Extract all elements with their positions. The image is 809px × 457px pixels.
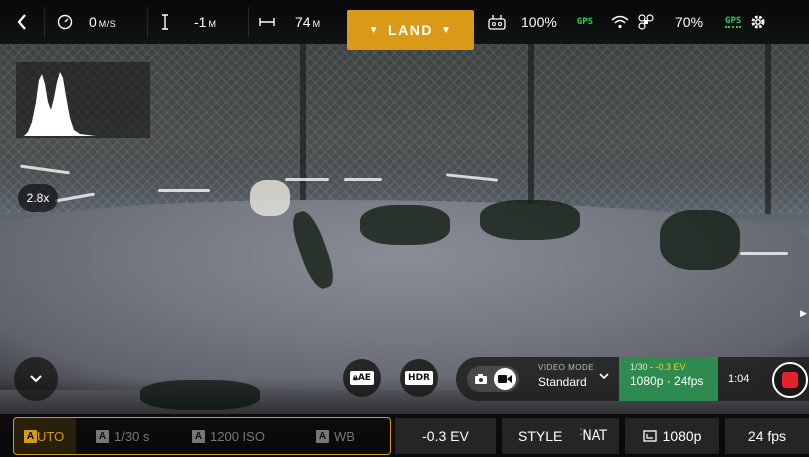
camera-settings-bar: A UTO A 1/30 s A 1200 ISO A WB -0.3 EV S… [0,414,809,457]
ev-setting-value: -0.3 EV [422,428,469,444]
drone-battery: 70% [675,14,704,30]
dash-line [158,189,210,192]
controller-icon [487,13,507,31]
resolution-fps: 1080p · 24fps [630,374,704,388]
settings-button[interactable] [744,0,772,44]
dash-line [740,252,788,255]
ev-setting[interactable]: -0.3 EV [395,418,496,454]
style-value: ⁚NAT [579,428,607,444]
fence-post [528,44,534,214]
seaweed [480,200,580,240]
shutter-setting-value: 1/30 s [114,428,150,444]
triangle-down-icon: ▼ [440,24,453,36]
altitude-unit: M [208,18,217,29]
ae-label: AE [357,373,371,383]
resolution-icon [642,430,657,442]
resolution-setting[interactable]: 1080p [625,418,719,454]
camera-icon [475,374,487,384]
ev-value: -0.3 EV [655,362,686,372]
ae-lock-button[interactable]: 🔒︎AE [343,359,381,397]
expand-right-icon[interactable]: ▶ [800,308,807,319]
seaweed [360,205,450,245]
seaweed [660,210,740,270]
video-camera-icon [498,374,512,384]
shutter-setting[interactable]: A 1/30 s [76,418,172,454]
collapse-button[interactable] [14,357,58,401]
auto-exposure-group: A UTO A 1/30 s A 1200 ISO A WB [13,417,391,455]
speedometer-icon [57,14,73,30]
auto-mode-button[interactable]: A UTO [14,418,76,454]
altitude-icon [160,14,170,30]
record-time: 1:04 [728,373,750,385]
chevron-left-icon [16,13,28,31]
iso-setting[interactable]: A 1200 ISO [172,418,288,454]
style-label: STYLE [518,428,563,444]
drone-gps: GPS [725,16,742,28]
shutter-auto-badge: A [96,429,109,443]
histogram-graph [24,72,96,136]
drone-status: 70% GPS [609,0,744,44]
drone-icon [637,13,655,31]
speed-readout: 0 M/S [45,0,147,44]
record-button[interactable] [772,362,808,398]
chevron-down-icon [29,374,43,384]
ae-lock-chip: 🔒︎AE [350,371,374,385]
foam-clump [250,180,290,216]
distance-unit: M [312,18,321,29]
distance-readout: 74 M [249,0,349,44]
speed-unit: M/S [98,18,117,29]
photo-video-toggle[interactable] [456,357,530,401]
land-button[interactable]: ▼ LAND ▼ [347,10,474,50]
style-setting[interactable]: STYLE ⁚NAT [502,418,619,454]
fps-setting[interactable]: 24 fps [725,418,809,454]
hdr-label: HDR [405,371,433,385]
wb-setting[interactable]: A WB [288,418,388,454]
distance-icon [259,16,275,28]
stop-icon [782,372,798,388]
video-mode-knob [494,368,516,390]
toggle-pill [467,366,519,392]
video-mode-label: VIDEO MODE [538,363,595,372]
controller-gps: GPS [576,17,594,27]
wifi-icon [611,15,629,29]
histogram [16,62,150,138]
wb-auto-badge: A [316,429,329,443]
zoom-badge[interactable]: 2.8x [18,184,58,212]
land-label: LAND [388,22,433,38]
dash-line [285,178,329,181]
iso-auto-badge: A [192,429,205,443]
gear-icon [749,13,767,31]
speed-value: 0 [89,14,97,30]
back-button[interactable] [0,0,44,44]
distance-value: 74 [295,14,311,30]
auto-badge: A [24,429,37,443]
hdr-button[interactable]: HDR [400,359,438,397]
controller-battery: 100% [521,14,557,30]
shutter-value: 1/30 [630,362,648,372]
altitude-readout: -1 M [148,0,248,44]
wb-setting-value: WB [334,428,355,444]
fps-value: 24 fps [747,428,787,444]
chevron-down-icon [599,373,609,380]
altitude-value: -1 [194,14,207,30]
video-mode-selector[interactable]: VIDEO MODE Standard [530,357,619,401]
auto-label: UTO [37,428,65,444]
triangle-down-icon: ▼ [368,24,381,36]
exposure-summary[interactable]: 1/30 - -0.3 EV 1080p · 24fps [619,357,718,401]
controller-status: 100% GPS [479,0,609,44]
resolution-value: 1080p [662,428,702,444]
shutter-ev-line: 1/30 - -0.3 EV [630,362,686,372]
iso-setting-value: 1200 ISO [210,428,265,444]
fence-post [300,44,306,214]
fence-post [765,44,771,214]
dash-line [344,178,382,181]
